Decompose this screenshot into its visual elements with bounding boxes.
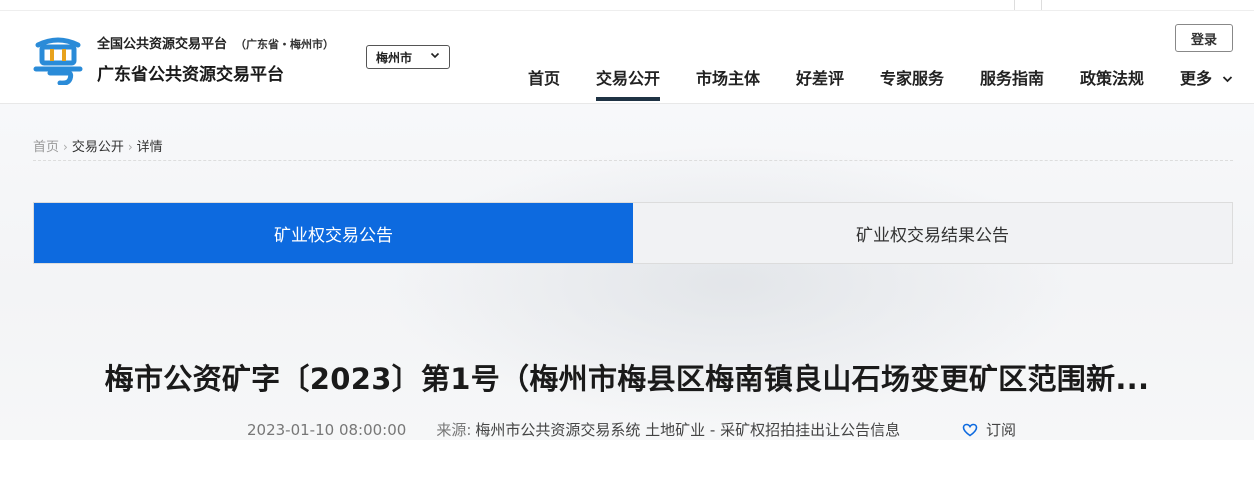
site-header: 全国公共资源交易平台 （广东省・梅州市） 广东省公共资源交易平台 梅州市 登录 首…: [0, 11, 1254, 104]
breadcrumb-home[interactable]: 首页: [33, 140, 59, 155]
breadcrumb-separator-icon: ›: [63, 140, 68, 154]
site-name[interactable]: 广东省公共资源交易平台: [97, 60, 284, 85]
nav-service-guide[interactable]: 服务指南: [980, 65, 1044, 89]
login-button[interactable]: 登录: [1175, 24, 1233, 52]
tab-mining-rights-announcement[interactable]: 矿业权交易公告: [34, 203, 633, 263]
nav-expert-service[interactable]: 专家服务: [880, 65, 944, 89]
nav-home[interactable]: 首页: [528, 65, 560, 89]
platform-title: 全国公共资源交易平台 （广东省・梅州市）: [97, 37, 335, 52]
publish-date: 2023-01-10 08:00:00: [247, 421, 407, 439]
city-select-value: 梅州市: [376, 50, 413, 65]
nav-market-entity[interactable]: 市场主体: [696, 65, 760, 89]
source-label: 来源:: [436, 421, 472, 439]
breadcrumb-detail: 详情: [136, 140, 163, 155]
breadcrumb-trading-public[interactable]: 交易公开: [72, 140, 124, 155]
tab-mining-rights-result[interactable]: 矿业权交易结果公告: [633, 203, 1232, 263]
nav-more-label: 更多: [1180, 69, 1213, 88]
nav-rating[interactable]: 好差评: [796, 65, 844, 89]
announcement-tabs: 矿业权交易公告 矿业权交易结果公告: [33, 202, 1233, 264]
breadcrumb-divider: [33, 160, 1233, 161]
subscribe-button[interactable]: 订阅: [962, 419, 1016, 440]
subscribe-label: 订阅: [986, 421, 1017, 439]
breadcrumb-separator-icon: ›: [127, 140, 133, 154]
article-title: 梅市公资矿字〔2023〕第1号（梅州市梅县区梅南镇良山石场变更矿区范围新...: [104, 362, 1150, 396]
nav-more[interactable]: 更多: [1180, 65, 1233, 89]
city-select[interactable]: 梅州市: [366, 45, 450, 69]
breadcrumb: 首页 › 交易公开 › 详情: [33, 136, 163, 155]
nav-policy[interactable]: 政策法规: [1080, 65, 1144, 89]
heart-icon: [962, 423, 978, 436]
platform-subtitle: （广东省・梅州市）: [235, 38, 335, 51]
yue-character-logo-icon[interactable]: [32, 33, 84, 86]
nav-trading-public[interactable]: 交易公开: [596, 65, 661, 101]
article-meta: 2023-01-10 08:00:00 来源: 梅州市公共资源交易系统 土地矿业 -…: [247, 419, 900, 440]
top-strip: [0, 0, 1254, 11]
source-value: 梅州市公共资源交易系统 土地矿业 - 采矿权招拍挂出让公告信息: [475, 421, 901, 439]
chevron-down-icon: [430, 50, 440, 63]
chevron-down-icon: [1222, 76, 1232, 83]
